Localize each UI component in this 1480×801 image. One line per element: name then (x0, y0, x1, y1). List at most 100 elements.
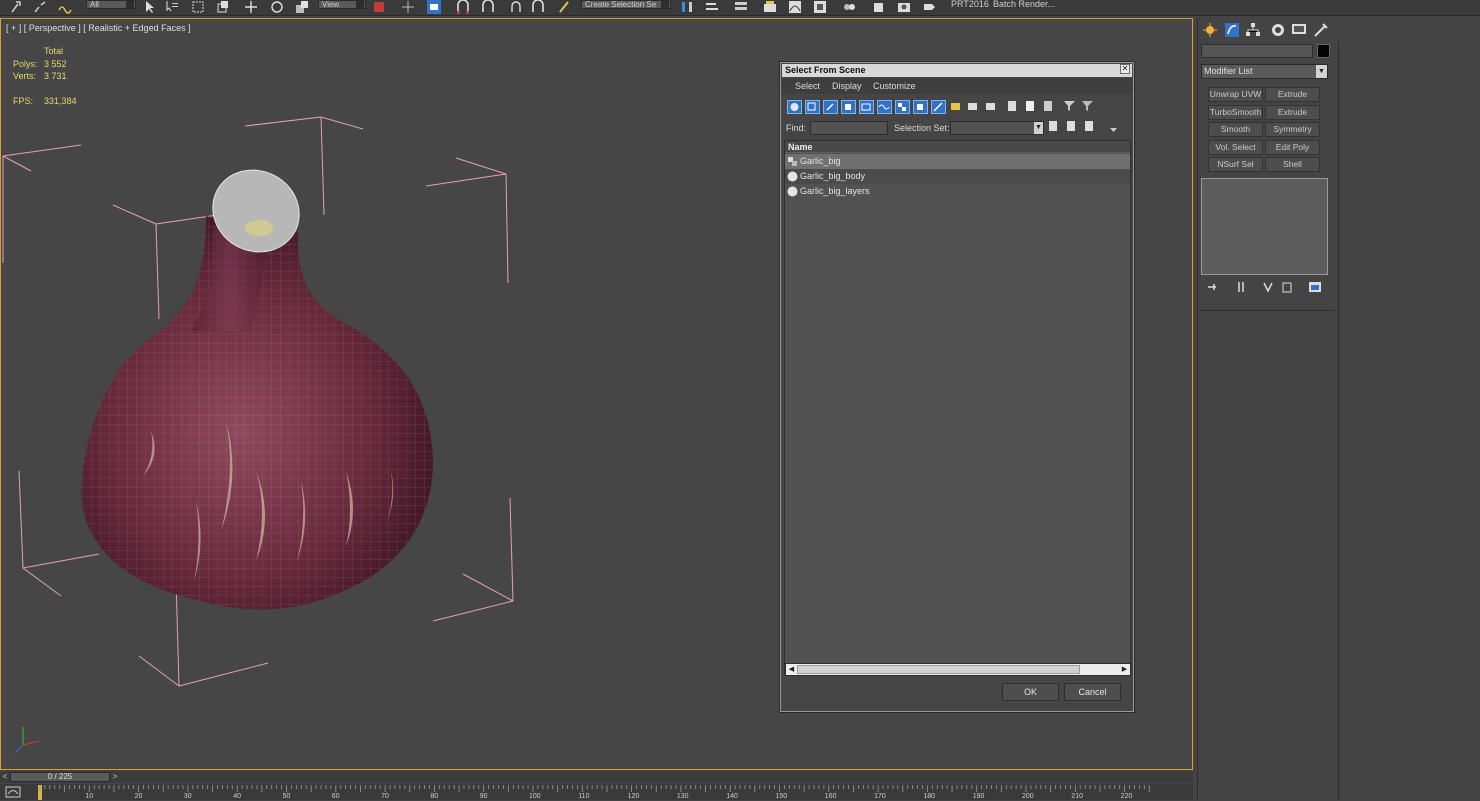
garlic-model[interactable] (81, 155, 433, 610)
select-by-name-icon[interactable] (165, 0, 179, 14)
time-slider[interactable]: < 0 / 225 > (0, 771, 1193, 783)
list-item[interactable]: Garlic_big_body (785, 169, 1130, 184)
selection-set-dropdown[interactable]: ▼ (950, 121, 1044, 135)
select-object-icon[interactable] (143, 0, 157, 14)
filter-icon[interactable] (1063, 100, 1078, 114)
reference-coordinate-dropdown[interactable]: View (318, 0, 366, 9)
align-icon[interactable] (705, 0, 719, 14)
show-end-result-icon[interactable] (1234, 280, 1248, 294)
modify-tab-icon[interactable] (1224, 22, 1240, 38)
display-shapes-icon[interactable] (805, 100, 820, 114)
hierarchy-tab-icon[interactable] (1245, 22, 1261, 38)
display-spacewarps-icon[interactable] (877, 100, 892, 114)
modifier-list-dropdown[interactable]: Modifier List ▼ (1201, 64, 1328, 79)
find-input[interactable] (810, 121, 888, 135)
time-slider-thumb[interactable]: 0 / 225 (10, 772, 110, 782)
utilities-tab-icon[interactable] (1313, 22, 1329, 38)
unwrap-uvw-button[interactable]: Unwrap UVW (1208, 87, 1263, 102)
spinner-snap-icon[interactable] (531, 0, 545, 14)
display-xrefs-icon[interactable] (913, 100, 928, 114)
angle-snap-icon[interactable] (481, 0, 495, 14)
make-unique-icon[interactable] (1262, 280, 1276, 294)
display-frozen-icon[interactable] (966, 100, 981, 114)
add-to-selection-set-icon[interactable] (1065, 120, 1080, 134)
motion-tab-icon[interactable] (1270, 22, 1286, 38)
selection-filter-dropdown[interactable]: All (86, 0, 136, 9)
turbosmooth-button[interactable]: TurboSmooth (1208, 105, 1263, 120)
list-item[interactable]: Garlic_big (785, 154, 1130, 169)
prt-label[interactable]: PRT2016 (951, 0, 989, 9)
display-geometry-icon[interactable] (787, 100, 802, 114)
keyboard-shortcut-override-icon[interactable] (427, 0, 441, 14)
options-arrow-icon[interactable] (1107, 123, 1122, 137)
smooth-button[interactable]: Smooth (1208, 122, 1263, 137)
batch-render-label[interactable]: Batch Render... (993, 0, 1055, 9)
scroll-thumb[interactable] (797, 665, 1080, 674)
display-groups-icon[interactable] (895, 100, 910, 114)
render-setup-icon[interactable] (872, 0, 886, 14)
display-all-icon[interactable] (1006, 100, 1021, 114)
material-editor-icon[interactable] (842, 0, 856, 14)
schematic-view-icon[interactable] (813, 0, 827, 14)
display-invert-icon[interactable] (1042, 100, 1057, 114)
remove-from-selection-set-icon[interactable] (1083, 120, 1098, 134)
bind-spacewarp-icon[interactable] (58, 0, 72, 14)
cancel-button[interactable]: Cancel (1064, 683, 1121, 701)
display-none-icon[interactable] (1024, 100, 1039, 114)
window-crossing-icon[interactable] (216, 0, 230, 14)
dialog-title[interactable]: Select From Scene (782, 64, 1132, 77)
create-tab-icon[interactable] (1202, 22, 1218, 38)
display-cameras-icon[interactable] (841, 100, 856, 114)
mirror-icon[interactable] (680, 0, 694, 14)
modifier-stack[interactable] (1201, 178, 1328, 275)
scroll-left-icon[interactable]: ◀ (786, 664, 797, 675)
snaps-toggle-icon[interactable] (456, 0, 470, 14)
move-icon[interactable] (244, 0, 258, 14)
select-manipulate-icon[interactable] (401, 0, 415, 14)
list-item[interactable]: Garlic_big_layers (785, 184, 1130, 199)
link-icon[interactable] (10, 0, 24, 14)
horizontal-scrollbar[interactable]: ◀ ▶ (785, 663, 1131, 676)
shell-button[interactable]: Shell (1265, 157, 1320, 172)
percent-snap-icon[interactable] (508, 0, 522, 14)
menu-display[interactable]: Display (832, 81, 862, 91)
chevron-down-icon[interactable]: ▼ (1034, 122, 1043, 134)
advanced-filter-icon[interactable] (1081, 100, 1096, 114)
display-helpers-icon[interactable] (859, 100, 874, 114)
render-production-icon[interactable] (922, 0, 936, 14)
display-tab-icon[interactable] (1291, 22, 1307, 38)
symmetry-button[interactable]: Symmetry (1265, 122, 1320, 137)
layer-explorer-icon[interactable] (763, 0, 777, 14)
extrude-button[interactable]: Extrude (1265, 87, 1320, 102)
name-column-header[interactable]: Name (785, 141, 1130, 153)
named-selection-sets-dropdown[interactable]: Create Selection Se (581, 0, 671, 9)
object-color-swatch[interactable] (1317, 44, 1330, 58)
create-selection-set-icon[interactable] (1047, 120, 1062, 134)
scene-explorer-icon[interactable] (734, 0, 748, 14)
ok-button[interactable]: OK (1002, 683, 1059, 701)
display-lights-icon[interactable] (823, 100, 838, 114)
object-name-field[interactable] (1201, 44, 1313, 58)
chevron-down-icon[interactable]: ▼ (1316, 65, 1327, 78)
scale-icon[interactable] (295, 0, 309, 14)
curve-editor-icon[interactable] (788, 0, 802, 14)
rendered-frame-window-icon[interactable] (897, 0, 911, 14)
configure-modifier-sets-icon[interactable] (1308, 280, 1322, 294)
close-icon[interactable]: ✕ (1120, 64, 1130, 74)
menu-select[interactable]: Select (795, 81, 820, 91)
vol-select-button[interactable]: Vol. Select (1208, 140, 1263, 155)
rect-selection-region-icon[interactable] (191, 0, 205, 14)
prev-frame-icon[interactable]: < (0, 772, 10, 782)
edit-named-selection-icon[interactable] (557, 0, 571, 14)
pin-stack-icon[interactable] (1206, 280, 1220, 294)
nsurf-sel-button[interactable]: NSurf Sel (1208, 157, 1263, 172)
rotate-icon[interactable] (270, 0, 284, 14)
display-hidden-icon[interactable] (984, 100, 999, 114)
scroll-right-icon[interactable]: ▶ (1119, 664, 1130, 675)
edit-poly-button[interactable]: Edit Poly (1265, 140, 1320, 155)
display-bones-icon[interactable] (931, 100, 946, 114)
track-bar[interactable]: 10 20 30 40 50 60 70 80 90 100 110 120 130 140 150 160 1… (0, 784, 1193, 800)
display-containers-icon[interactable] (949, 100, 964, 114)
pivot-center-icon[interactable] (372, 0, 386, 14)
menu-customize[interactable]: Customize (873, 81, 916, 91)
